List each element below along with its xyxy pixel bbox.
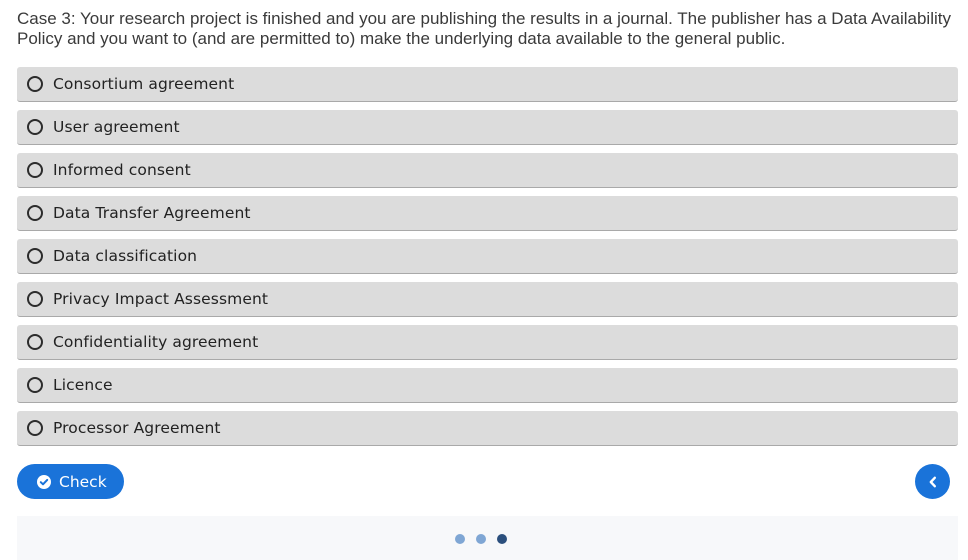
option-privacy-impact-assessment[interactable]: Privacy Impact Assessment — [17, 282, 958, 317]
option-consortium-agreement[interactable]: Consortium agreement — [17, 67, 958, 102]
radio-button[interactable] — [27, 334, 43, 350]
radio-button[interactable] — [27, 76, 43, 92]
answer-options: Consortium agreement User agreement Info… — [17, 67, 958, 454]
question-text: Case 3: Your research project is finishe… — [17, 9, 951, 48]
option-label: Processor Agreement — [53, 419, 221, 437]
page-dot-3-current[interactable] — [497, 534, 507, 544]
page-dot-2[interactable] — [476, 534, 486, 544]
option-label: Confidentiality agreement — [53, 333, 259, 351]
option-data-transfer-agreement[interactable]: Data Transfer Agreement — [17, 196, 958, 231]
option-licence[interactable]: Licence — [17, 368, 958, 403]
page-indicator — [455, 534, 518, 544]
option-label: Informed consent — [53, 161, 191, 179]
radio-button[interactable] — [27, 205, 43, 221]
radio-button[interactable] — [27, 420, 43, 436]
chevron-left-icon — [926, 475, 940, 489]
radio-button[interactable] — [27, 377, 43, 393]
radio-button[interactable] — [27, 119, 43, 135]
option-label: User agreement — [53, 118, 180, 136]
previous-button[interactable] — [915, 464, 950, 499]
option-user-agreement[interactable]: User agreement — [17, 110, 958, 145]
check-button[interactable]: Check — [17, 464, 124, 499]
radio-button[interactable] — [27, 291, 43, 307]
option-label: Data Transfer Agreement — [53, 204, 251, 222]
check-button-label: Check — [59, 472, 107, 491]
check-circle-icon — [37, 474, 51, 489]
option-label: Consortium agreement — [53, 75, 235, 93]
option-label: Data classification — [53, 247, 198, 265]
option-label: Privacy Impact Assessment — [53, 290, 269, 308]
option-informed-consent[interactable]: Informed consent — [17, 153, 958, 188]
option-label: Licence — [53, 376, 113, 394]
option-data-classification[interactable]: Data classification — [17, 239, 958, 274]
option-processor-agreement[interactable]: Processor Agreement — [17, 411, 958, 446]
page-dot-1[interactable] — [455, 534, 465, 544]
radio-button[interactable] — [27, 162, 43, 178]
option-confidentiality-agreement[interactable]: Confidentiality agreement — [17, 325, 958, 360]
radio-button[interactable] — [27, 248, 43, 264]
